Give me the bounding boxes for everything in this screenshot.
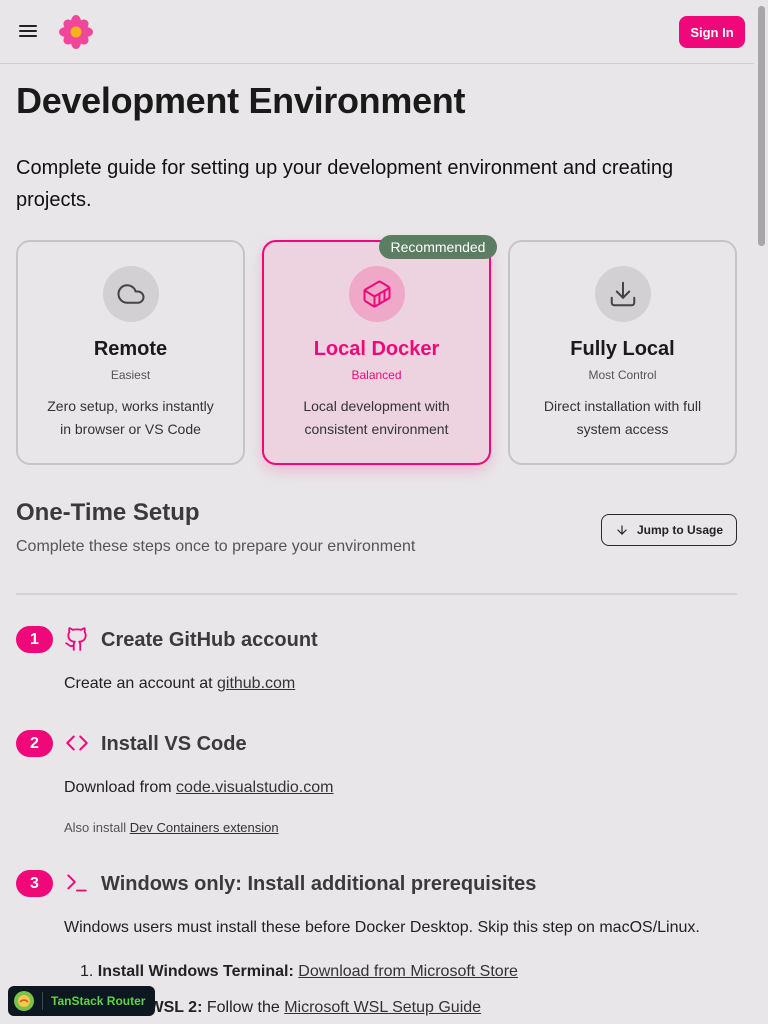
step-text-prefix: Create an account at: [64, 675, 217, 692]
section-subtitle: Complete these steps once to prepare you…: [16, 538, 416, 555]
step-text-prefix: Download from: [64, 779, 177, 796]
tanstack-logo-icon: [14, 991, 34, 1011]
option-title: Remote: [93, 338, 168, 360]
step-number: 2: [16, 730, 53, 757]
list-marker: 1.: [80, 963, 94, 980]
container-icon: [348, 266, 405, 322]
page-subtitle: Complete guide for setting up your devel…: [16, 157, 674, 211]
recommended-badge: Recommended: [379, 235, 497, 259]
option-card-remote[interactable]: Remote Easiest Zero setup, works instant…: [16, 240, 245, 465]
step-title: Windows only: Install additional prerequ…: [101, 873, 537, 895]
microsoft-store-link[interactable]: Download from Microsoft Store: [298, 963, 518, 980]
step-number: 1: [16, 626, 53, 653]
jump-to-usage-button[interactable]: Jump to Usage: [601, 514, 737, 546]
step-title: Create GitHub account: [101, 629, 318, 651]
download-icon: [594, 266, 651, 322]
terminal-icon: [67, 874, 87, 892]
option-description: Local development with consistent enviro…: [303, 398, 450, 437]
code-icon: [66, 735, 88, 751]
arrow-down-icon: [617, 525, 627, 535]
list-item-text: Follow the: [202, 999, 285, 1016]
page-scrollbar[interactable]: [754, 0, 768, 1024]
option-title: Fully Local: [570, 338, 675, 360]
list-item: 1. Install Windows Terminal: Download fr…: [80, 963, 518, 981]
option-card-local-docker[interactable]: Local Docker Balanced Local development …: [262, 240, 491, 465]
top-bar: Sign In: [0, 0, 754, 64]
option-tag: Balanced: [351, 368, 402, 382]
divider: [16, 593, 737, 595]
step-number: 3: [16, 870, 53, 897]
github-icon: [65, 627, 87, 651]
tanstack-router-devtools-button[interactable]: TanStack Router: [8, 986, 155, 1016]
devtools-separator: [42, 992, 43, 1010]
page-title: Development Environment: [16, 80, 466, 121]
option-card-fully-local[interactable]: Fully Local Most Control Direct installa…: [508, 240, 737, 465]
devtools-label: TanStack Router: [51, 994, 146, 1008]
sign-in-button[interactable]: Sign In: [679, 16, 745, 48]
option-title: Local Docker: [313, 338, 440, 360]
vscode-link[interactable]: code.visualstudio.com: [176, 779, 333, 796]
step-note-prefix: Also install: [64, 820, 130, 835]
jump-label: Jump to Usage: [636, 523, 723, 537]
option-description: Zero setup, works instantly in browser o…: [47, 398, 214, 437]
step-title: Install VS Code: [101, 733, 247, 755]
cloud-icon: [102, 266, 159, 322]
step-text: Download from code.visualstudio.com: [64, 779, 333, 797]
step-text: Create an account at github.com: [64, 675, 295, 693]
wsl-guide-link[interactable]: Microsoft WSL Setup Guide: [284, 999, 481, 1016]
option-description: Direct installation with full system acc…: [543, 398, 702, 437]
flower-logo-icon[interactable]: [58, 14, 94, 50]
scrollbar-thumb[interactable]: [758, 6, 765, 246]
option-tag: Easiest: [110, 368, 151, 382]
step-note: Also install Dev Containers extension: [64, 820, 279, 835]
option-tag: Most Control: [588, 368, 657, 382]
dev-containers-link[interactable]: Dev Containers extension: [130, 820, 279, 835]
section-title: One-Time Setup: [16, 499, 200, 526]
github-link[interactable]: github.com: [217, 675, 295, 692]
list-item-label: Install Windows Terminal:: [97, 963, 294, 980]
step-text: Windows users must install these before …: [64, 919, 700, 936]
hamburger-menu-icon[interactable]: [18, 22, 38, 42]
